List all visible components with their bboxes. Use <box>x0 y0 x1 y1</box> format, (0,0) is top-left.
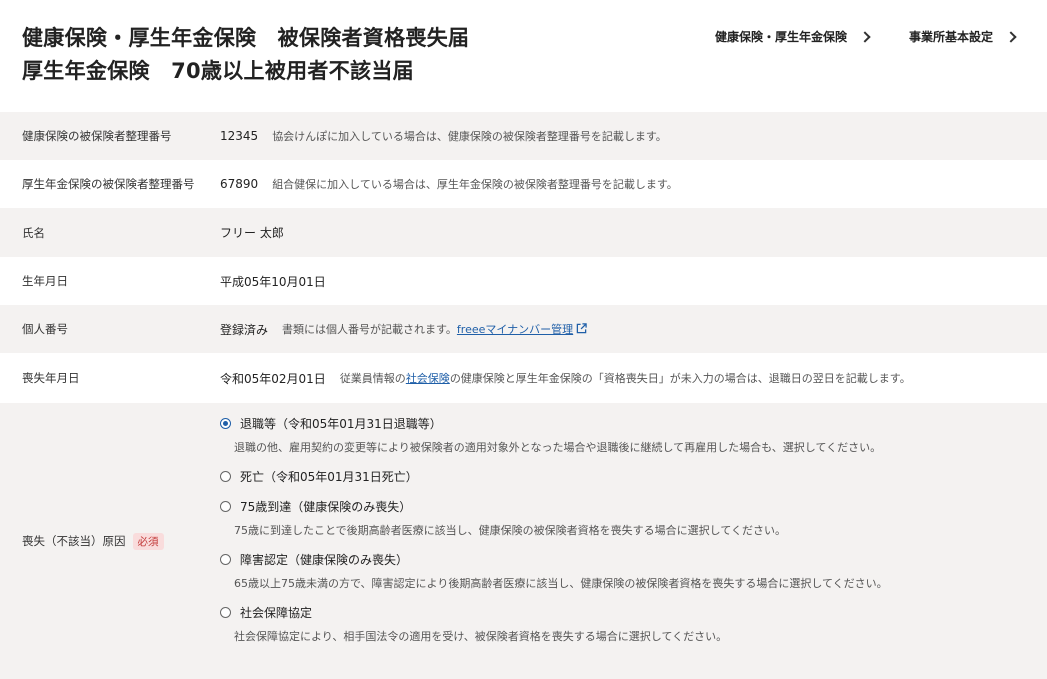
page-title-line1: 健康保険・厚生年金保険 被保険者資格喪失届 <box>22 26 470 50</box>
row-value: 67890 組合健保に加入している場合は、厚生年金保険の被保険者整理番号を記載し… <box>220 176 1047 192</box>
pension-insurance-number-value: 67890 <box>220 177 259 191</box>
birthdate-value: 平成05年10月01日 <box>220 274 326 289</box>
radio-unchecked-icon[interactable] <box>220 554 231 565</box>
radio-checked-icon[interactable] <box>220 418 231 429</box>
reason-option-retirement: 退職等（令和05年01月31日退職等） 退職の他、雇用契約の変更等により被保険者… <box>220 415 1047 455</box>
row-loss-date: 喪失年月日 令和05年02月01日 従業員情報の社会保険の健康保険と厚生年金保険… <box>0 353 1047 403</box>
reason-option-label: 死亡（令和05年01月31日死亡） <box>240 470 418 484</box>
freee-mynumber-link[interactable]: freeeマイナンバー管理 <box>457 323 573 336</box>
name-value: フリー 太郎 <box>220 226 284 240</box>
row-value: 令和05年02月01日 従業員情報の社会保険の健康保険と厚生年金保険の「資格喪失… <box>220 370 1047 387</box>
row-name: 氏名 フリー 太郎 <box>0 208 1047 257</box>
office-settings-link[interactable]: 事業所基本設定 <box>909 28 1017 45</box>
loss-date-value: 令和05年02月01日 <box>220 371 326 386</box>
radio-unchecked-icon[interactable] <box>220 501 231 512</box>
row-label: 喪失（不該当）原因 必須 <box>0 403 220 679</box>
row-value: フリー 太郎 <box>220 224 1047 241</box>
social-insurance-link[interactable]: 社会保険 <box>406 372 450 385</box>
radio-unchecked-icon[interactable] <box>220 471 231 482</box>
radio-unchecked-icon[interactable] <box>220 607 231 618</box>
row-note: 書類には個人番号が記載されます。freeeマイナンバー管理 <box>282 321 587 337</box>
reason-radio-age-75[interactable]: 75歳到達（健康保険のみ喪失） <box>220 498 1047 515</box>
row-value: 平成05年10月01日 <box>220 273 1047 290</box>
external-link-icon <box>576 323 587 334</box>
health-insurance-number-value: 12345 <box>220 129 259 143</box>
health-pension-insurance-link[interactable]: 健康保険・厚生年金保険 <box>715 28 871 45</box>
reason-option-desc: 退職の他、雇用契約の変更等により被保険者の適用対象外となった場合や退職後に継続し… <box>234 441 882 454</box>
reason-option-label: 75歳到達（健康保険のみ喪失） <box>240 500 412 514</box>
row-value: 登録済み 書類には個人番号が記載されます。freeeマイナンバー管理 <box>220 321 1047 338</box>
row-health-insurance-number: 健康保険の被保険者整理番号 12345 協会けんぽに加入している場合は、健康保険… <box>0 112 1047 160</box>
row-loss-reason: 喪失（不該当）原因 必須 退職等（令和05年01月31日退職等） 退職の他、雇用… <box>0 403 1047 679</box>
loss-date-note-prefix: 従業員情報の <box>339 372 406 385</box>
row-label: 健康保険の被保険者整理番号 <box>22 129 172 143</box>
reason-option-label: 社会保障協定 <box>240 606 313 620</box>
row-my-number: 個人番号 登録済み 書類には個人番号が記載されます。freeeマイナンバー管理 <box>0 305 1047 353</box>
row-pension-insurance-number: 厚生年金保険の被保険者整理番号 67890 組合健保に加入している場合は、厚生年… <box>0 160 1047 208</box>
page-title-line2: 厚生年金保険 70歳以上被用者不該当届 <box>22 59 414 83</box>
form-rows: 健康保険の被保険者整理番号 12345 協会けんぽに加入している場合は、健康保険… <box>0 112 1047 679</box>
loss-reason-options: 退職等（令和05年01月31日退職等） 退職の他、雇用契約の変更等により被保険者… <box>220 403 1047 679</box>
row-label: 生年月日 <box>22 274 68 288</box>
row-label: 喪失年月日 <box>22 371 80 385</box>
reason-option-desc: 65歳以上75歳未満の方で、障害認定により後期高齢者医療に該当し、健康保険の被保… <box>234 577 888 590</box>
reason-option-desc: 社会保障協定により、相手国法令の適用を受け、被保険者資格を喪失する場合に選択して… <box>234 630 728 643</box>
row-note: 組合健保に加入している場合は、厚生年金保険の被保険者整理番号を記載します。 <box>272 178 678 191</box>
row-note: 協会けんぽに加入している場合は、健康保険の被保険者整理番号を記載します。 <box>272 130 667 143</box>
row-value: 12345 協会けんぽに加入している場合は、健康保険の被保険者整理番号を記載しま… <box>220 128 1047 144</box>
health-pension-insurance-link-label: 健康保険・厚生年金保険 <box>714 30 847 44</box>
required-badge: 必須 <box>132 532 164 550</box>
loss-date-note-suffix: の健康保険と厚生年金保険の「資格喪失日」が未入力の場合は、退職日の翌日を記載しま… <box>449 372 911 385</box>
loss-reason-label: 喪失（不該当）原因 <box>22 534 126 548</box>
page-title: 健康保険・厚生年金保険 被保険者資格喪失届 厚生年金保険 70歳以上被用者不該当… <box>22 22 469 88</box>
reason-radio-death[interactable]: 死亡（令和05年01月31日死亡） <box>220 468 1047 485</box>
reason-radio-disability[interactable]: 障害認定（健康保険のみ喪失） <box>220 551 1047 568</box>
reason-radio-retirement[interactable]: 退職等（令和05年01月31日退職等） <box>220 415 1047 432</box>
row-label: 氏名 <box>22 225 45 240</box>
chevron-right-icon <box>859 30 871 43</box>
row-label: 厚生年金保険の被保険者整理番号 <box>22 177 195 191</box>
reason-option-label: 障害認定（健康保険のみ喪失） <box>240 553 409 567</box>
chevron-right-icon <box>1005 30 1017 43</box>
office-settings-link-label: 事業所基本設定 <box>908 30 993 44</box>
header-links: 健康保険・厚生年金保険 事業所基本設定 <box>715 28 1017 45</box>
reason-option-desc: 75歳に到達したことで後期高齢者医療に該当し、健康保険の被保険者資格を喪失する場… <box>234 524 787 537</box>
my-number-note: 書類には個人番号が記載されます。 <box>282 323 457 336</box>
row-birthdate: 生年月日 平成05年10月01日 <box>0 257 1047 305</box>
reason-option-disability: 障害認定（健康保険のみ喪失） 65歳以上75歳未満の方で、障害認定により後期高齢… <box>220 551 1047 591</box>
page-header: 健康保険・厚生年金保険 被保険者資格喪失届 厚生年金保険 70歳以上被用者不該当… <box>0 0 1047 112</box>
my-number-status: 登録済み <box>220 322 269 337</box>
row-label: 個人番号 <box>22 322 68 336</box>
reason-option-age-75: 75歳到達（健康保険のみ喪失） 75歳に到達したことで後期高齢者医療に該当し、健… <box>220 498 1047 538</box>
reason-radio-social-security[interactable]: 社会保障協定 <box>220 604 1047 621</box>
reason-option-label: 退職等（令和05年01月31日退職等） <box>240 417 442 431</box>
row-note: 従業員情報の社会保険の健康保険と厚生年金保険の「資格喪失日」が未入力の場合は、退… <box>340 370 911 386</box>
reason-option-social-security: 社会保障協定 社会保障協定により、相手国法令の適用を受け、被保険者資格を喪失する… <box>220 604 1047 644</box>
reason-option-death: 死亡（令和05年01月31日死亡） <box>220 468 1047 485</box>
